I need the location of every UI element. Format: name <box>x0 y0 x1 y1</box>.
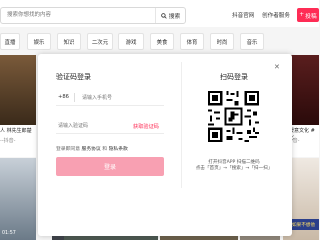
category-chip[interactable]: 二次元 <box>87 33 113 50</box>
search-button-label: 搜索 <box>168 14 181 20</box>
video-duration: 01:57 <box>2 231 16 236</box>
code-login-title: 验证码登录 <box>56 73 91 81</box>
category-chip[interactable]: 音乐 <box>240 33 264 50</box>
agreement-and: 和 <box>102 147 108 152</box>
top-bar: 搜索 抖音官网 创作者服务 + 投稿 <box>0 0 319 27</box>
category-bar: 直播 娱乐 知识 二次元 游戏 美食 体育 时尚 音乐 <box>0 33 319 51</box>
video-thumbnail[interactable]: 01:57 <box>0 158 36 240</box>
agreement-prefix: 登录即同意 <box>56 147 80 152</box>
qr-instructions: 打开抖音APP 扫描二维码 点击「首页」→「搜索」→「扫一扫」 <box>190 160 278 172</box>
qr-caption-line2: 点击「首页」→「搜索」→「扫一扫」 <box>195 166 273 171</box>
qr-code-icon <box>208 91 259 142</box>
login-button-label: 登录 <box>103 164 116 171</box>
category-chip[interactable]: 时尚 <box>210 33 234 50</box>
video-title: 人 林先生郎楚 <box>0 128 32 134</box>
official-site-link[interactable]: 抖音官网 <box>232 11 254 19</box>
category-chip[interactable]: 游戏 <box>118 33 144 50</box>
category-chip[interactable]: 知识 <box>57 33 81 50</box>
category-chip[interactable]: 娱乐 <box>27 33 51 50</box>
close-icon[interactable]: ✕ <box>274 63 280 71</box>
modal-divider <box>181 62 182 188</box>
video-card-caption[interactable]: 人 林先生郎楚 --抖音- <box>0 125 36 157</box>
category-chip[interactable]: 体育 <box>180 33 204 50</box>
service-agreement-link[interactable]: 服务协议 <box>82 147 101 152</box>
get-code-link[interactable]: 获取验证码 <box>133 123 159 130</box>
search-input[interactable] <box>7 9 147 21</box>
creator-service-link[interactable]: 创作者服务 <box>262 11 290 19</box>
qr-login-title: 扫码登录 <box>220 73 248 81</box>
search-icon <box>160 12 167 19</box>
field-divider <box>74 93 75 102</box>
login-button[interactable]: 登录 <box>56 157 164 176</box>
plus-icon: + <box>299 12 305 18</box>
video-overlay-label: 如果不想他 <box>288 219 319 230</box>
phone-prefix[interactable]: +86 <box>58 94 69 100</box>
category-chip[interactable]: 直播 <box>0 33 20 50</box>
video-author: --抖音- <box>0 138 16 144</box>
search-button[interactable]: 搜索 <box>155 8 185 23</box>
privacy-policy-link[interactable]: 隐私条款 <box>109 147 128 152</box>
publish-button[interactable]: + 投稿 <box>297 8 319 22</box>
phone-field[interactable]: +86 <box>56 91 164 106</box>
agreement-text: 登录即同意 服务协议 和 隐私条款 <box>56 145 128 152</box>
publish-label: 投稿 <box>305 13 317 20</box>
code-input[interactable] <box>58 120 118 131</box>
phone-input[interactable] <box>82 92 142 103</box>
video-thumbnail[interactable] <box>0 55 36 125</box>
category-chip[interactable]: 美食 <box>150 33 174 50</box>
